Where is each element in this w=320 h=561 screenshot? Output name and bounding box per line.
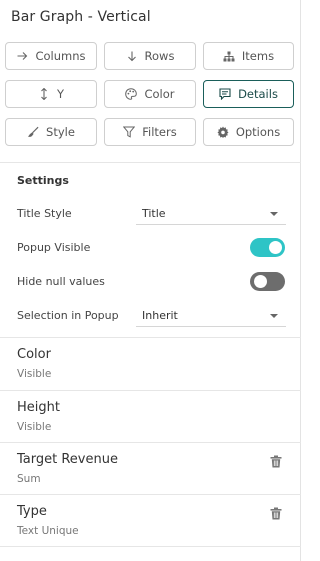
style-button-label: Style	[46, 125, 75, 139]
options-button-label: Options	[235, 125, 281, 139]
properties-panel: Bar Graph - Vertical Columns Rows Items …	[0, 0, 301, 561]
brush-icon	[27, 126, 39, 138]
title-style-label: Title Style	[17, 207, 72, 220]
divider	[0, 442, 301, 443]
item-subtitle: Visible	[17, 421, 52, 433]
hierarchy-icon	[223, 50, 235, 62]
arrow-down-icon	[126, 50, 138, 62]
popup-visible-toggle[interactable]	[250, 238, 285, 257]
chevron-down-icon	[270, 314, 278, 318]
filters-button-label: Filters	[142, 125, 177, 139]
popup-visible-label: Popup Visible	[17, 241, 91, 254]
selection-in-popup-value: Inherit	[142, 309, 178, 322]
divider	[0, 390, 301, 391]
rows-button[interactable]: Rows	[104, 42, 196, 70]
item-subtitle: Sum	[17, 473, 41, 485]
palette-icon	[125, 88, 138, 100]
item-name: Height	[17, 400, 60, 415]
color-button-label: Color	[144, 87, 175, 101]
rows-button-label: Rows	[144, 49, 175, 63]
divider	[0, 162, 301, 163]
selection-in-popup-label: Selection in Popup	[17, 309, 119, 322]
options-button[interactable]: Options	[203, 118, 294, 146]
trash-icon[interactable]	[270, 505, 282, 520]
hide-null-values-label: Hide null values	[17, 275, 105, 288]
item-name: Type	[17, 504, 47, 519]
y-button[interactable]: Y	[5, 80, 97, 108]
item-subtitle: Visible	[17, 368, 52, 380]
vertical-arrows-icon	[38, 88, 50, 100]
chevron-down-icon	[270, 212, 278, 216]
title-style-value: Title	[142, 207, 166, 220]
items-button-label: Items	[241, 49, 275, 63]
color-button[interactable]: Color	[104, 80, 196, 108]
title-style-select[interactable]: Title	[136, 203, 286, 225]
comment-icon	[219, 88, 231, 100]
panel-title: Bar Graph - Vertical	[11, 9, 151, 25]
style-button[interactable]: Style	[5, 118, 97, 146]
toggle-knob	[269, 241, 282, 254]
filters-button[interactable]: Filters	[104, 118, 196, 146]
trash-icon[interactable]	[270, 453, 282, 468]
item-name: Target Revenue	[17, 452, 118, 467]
columns-button-label: Columns	[35, 49, 86, 63]
toggle-knob	[254, 275, 267, 288]
divider	[0, 337, 301, 338]
columns-button[interactable]: Columns	[5, 42, 97, 70]
details-button[interactable]: Details	[203, 80, 294, 108]
items-button[interactable]: Items	[203, 42, 294, 70]
gear-icon	[217, 126, 229, 138]
item-subtitle: Text Unique	[17, 525, 79, 537]
settings-heading: Settings	[17, 174, 69, 187]
y-button-label: Y	[56, 87, 65, 101]
arrow-right-icon	[16, 50, 28, 62]
item-name: Color	[17, 347, 51, 362]
divider	[0, 494, 301, 495]
selection-in-popup-select[interactable]: Inherit	[136, 305, 286, 327]
divider	[0, 546, 301, 547]
funnel-icon	[123, 126, 136, 138]
hide-null-values-toggle[interactable]	[250, 272, 285, 291]
details-button-label: Details	[238, 87, 278, 101]
